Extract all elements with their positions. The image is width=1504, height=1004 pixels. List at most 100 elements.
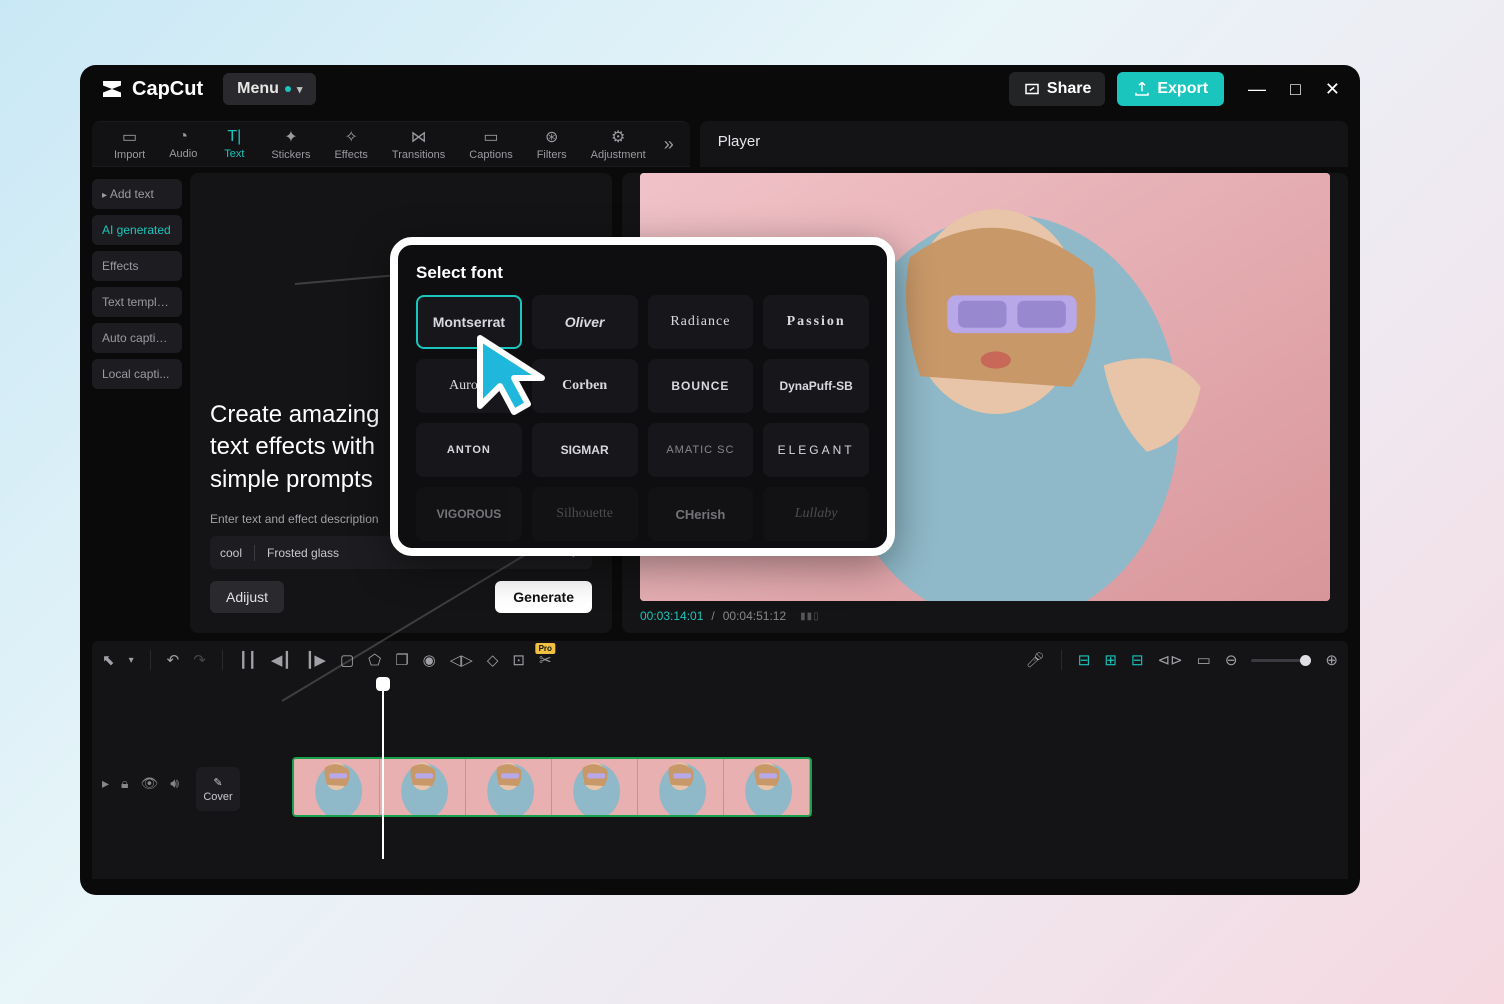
tool-tab-label: Import <box>114 149 145 161</box>
frame-crop-icon[interactable]: ⊡ <box>512 651 525 669</box>
font-option-dynapuff-sb[interactable]: DynaPuff-SB <box>763 359 869 413</box>
font-option-amatic-sc[interactable]: AMATIC SC <box>648 423 754 477</box>
minimize-button[interactable]: ― <box>1248 79 1266 100</box>
timeline-toolbar: ⬉ ▾ ↶ ↷ ┃┃ ◀┃ ┃▶ ▢ ⬠ ❐ ◉ ◁▷ ◇ ⊡ ✂Pro 🎤︎ … <box>92 641 1348 679</box>
font-option-sigmar[interactable]: SIGMAR <box>532 423 638 477</box>
sidebar-item-ai-generated[interactable]: AI generated <box>92 215 182 245</box>
magnet-right-icon[interactable]: ⊟ <box>1131 651 1144 669</box>
font-option-lullaby[interactable]: Lullaby <box>763 487 869 541</box>
transitions-icon: ⋈ <box>411 127 427 147</box>
tool-tab-label: Captions <box>469 149 512 161</box>
tool-tab-label: Stickers <box>271 149 310 161</box>
trim-right-icon[interactable]: ┃▶ <box>305 651 326 669</box>
track-lock-icon[interactable]: 🔒︎ <box>121 775 128 792</box>
menu-button[interactable]: Menu ▾ <box>223 73 316 105</box>
capcut-logo-icon <box>100 77 124 101</box>
track-options-icon[interactable]: ▭ <box>1197 651 1211 669</box>
font-option-bounce[interactable]: BOUNCE <box>648 359 754 413</box>
pointer-tool-icon[interactable]: ⬉ <box>102 651 115 669</box>
stickers-icon: ✦ <box>284 127 297 147</box>
text-icon: T| <box>227 128 241 146</box>
magnet-center-icon[interactable]: ⊞ <box>1104 651 1117 669</box>
track-mute-icon[interactable]: 🔊︎ <box>170 775 179 792</box>
trim-left-icon[interactable]: ◀┃ <box>271 651 292 669</box>
tool-tab-import[interactable]: ▭ Import <box>102 123 157 165</box>
tool-tabs-more[interactable]: » <box>658 134 680 155</box>
import-icon: ▭ <box>122 127 137 147</box>
share-icon <box>1023 80 1041 98</box>
font-option-passion[interactable]: Passion <box>763 295 869 349</box>
speed-icon[interactable]: ◉ <box>423 651 436 669</box>
player-title: Player <box>718 133 1330 150</box>
clip-thumbnail <box>724 759 810 815</box>
track-video-icon[interactable]: ▸ <box>102 775 109 792</box>
tool-tab-audio[interactable]: ◔Audio <box>157 124 209 164</box>
zoom-slider[interactable] <box>1251 659 1311 662</box>
clip-thumbnail <box>294 759 380 815</box>
pointer-dropdown-icon[interactable]: ▾ <box>129 655 134 666</box>
tool-tab-label: Filters <box>537 149 567 161</box>
tool-tab-adjustment[interactable]: ⚙Adjustment <box>579 123 658 165</box>
zoom-fit-icon[interactable]: ⊕ <box>1325 651 1338 669</box>
timeline[interactable]: ▸ 🔒︎ 👁 🔊︎ ✎ Cover <box>92 679 1348 879</box>
sidebar-item-add-text[interactable]: Add text <box>92 179 182 209</box>
font-select-popup: Select font MontserratOliverRadiancePass… <box>390 237 895 556</box>
font-option-anton[interactable]: ANTON <box>416 423 522 477</box>
track-visibility-icon[interactable]: 👁 <box>140 775 158 792</box>
cutout-pro-icon[interactable]: ✂Pro <box>539 651 552 669</box>
font-popup-title: Select font <box>416 263 869 283</box>
ai-headline-line: Create amazing <box>210 401 379 428</box>
snap-icon[interactable]: ⊲⊳ <box>1158 651 1183 669</box>
tool-tab-text[interactable]: T|Text <box>209 124 259 164</box>
split-icon[interactable]: ┃┃ <box>239 651 257 669</box>
sidebar-item-local-capti-[interactable]: Local capti... <box>92 359 182 389</box>
timeline-ruler[interactable] <box>92 679 1348 699</box>
font-option-vigorous[interactable]: VIGOROUS <box>416 487 522 541</box>
mic-icon[interactable]: 🎤︎ <box>1026 651 1045 669</box>
close-button[interactable]: ✕ <box>1325 79 1340 100</box>
shield-icon[interactable]: ⬠ <box>368 651 381 669</box>
tool-tab-filters[interactable]: ⊛ Filters <box>525 123 579 165</box>
font-option-cherish[interactable]: CHerish <box>648 487 754 541</box>
font-option-radiance[interactable]: Radiance <box>648 295 754 349</box>
export-label: Export <box>1157 80 1208 98</box>
export-button[interactable]: Export <box>1117 72 1224 106</box>
generate-button[interactable]: Generate <box>495 581 592 613</box>
cover-button[interactable]: ✎ Cover <box>196 767 240 811</box>
tool-tab-label: Adjustment <box>591 149 646 161</box>
share-button[interactable]: Share <box>1009 72 1105 106</box>
captions-icon: ▭ <box>483 127 498 147</box>
font-option-silhouette[interactable]: Silhouette <box>532 487 638 541</box>
tool-tab-label: Transitions <box>392 149 445 161</box>
rotate-icon[interactable]: ◇ <box>487 651 499 669</box>
sidebar-item-auto-captio-[interactable]: Auto captio... <box>92 323 182 353</box>
adjust-button[interactable]: Adijust <box>210 581 284 613</box>
track-controls: ▸ 🔒︎ 👁 🔊︎ <box>102 775 179 792</box>
ai-headline-line: text effects with <box>210 433 375 460</box>
video-clip[interactable] <box>292 757 812 817</box>
cover-label: Cover <box>203 791 232 803</box>
tool-tab-captions[interactable]: ▭ Captions <box>457 123 524 165</box>
maximize-button[interactable]: □ <box>1290 79 1301 100</box>
filters-icon: ⊛ <box>545 127 558 147</box>
magnet-left-icon[interactable]: ⊟ <box>1078 651 1091 669</box>
redo-icon[interactable]: ↷ <box>193 651 206 669</box>
clip-thumbnail <box>466 759 552 815</box>
tool-tab-transitions[interactable]: ⋈ Transitions <box>380 123 457 165</box>
font-option-elegant[interactable]: ELEGANT <box>763 423 869 477</box>
copy-icon[interactable]: ❐ <box>395 651 408 669</box>
playhead[interactable] <box>382 679 384 859</box>
tool-tab-effects[interactable]: ✧Effects <box>322 123 379 165</box>
prompt-tag: Frosted glass <box>267 546 339 560</box>
mirror-icon[interactable]: ◁▷ <box>450 651 473 669</box>
clip-thumbnail <box>552 759 638 815</box>
zoom-out-icon[interactable]: ⊖ <box>1225 651 1238 669</box>
share-label: Share <box>1047 80 1091 98</box>
tool-tab-stickers[interactable]: ✦ Stickers <box>259 123 322 165</box>
sidebar-item-effects[interactable]: Effects <box>92 251 182 281</box>
sidebar-item-text-template[interactable]: Text template <box>92 287 182 317</box>
text-sidebar: Add text AI generated Effects Text template… <box>92 173 182 633</box>
titlebar: CapCut Menu ▾ Share Export ― □ ✕ <box>80 65 1360 113</box>
undo-icon[interactable]: ↶ <box>167 651 180 669</box>
prompt-tag: cool <box>220 546 242 560</box>
